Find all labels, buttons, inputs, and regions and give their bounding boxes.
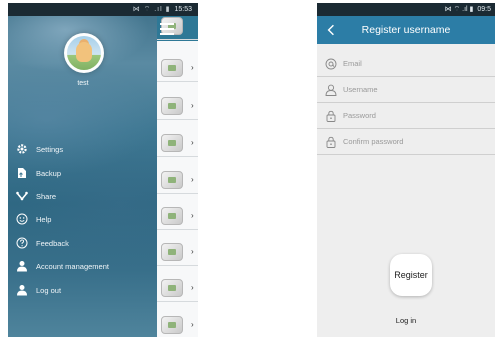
user-icon <box>325 84 337 96</box>
email-placeholder: Email <box>343 59 362 68</box>
chevron-right-icon: › <box>191 283 194 292</box>
device-thumbnail <box>161 59 183 77</box>
title-bar: Register username <box>317 16 495 44</box>
username-label: test <box>77 80 89 87</box>
list-item[interactable]: › <box>157 129 198 157</box>
menu-item-help[interactable]: Help <box>16 208 166 230</box>
menu-label: Feedback <box>36 238 69 248</box>
question-icon <box>16 237 28 249</box>
menu-item-settings[interactable]: Settings <box>16 138 166 160</box>
status-time: 09:5 <box>477 6 491 13</box>
confirm-password-placeholder: Confirm password <box>343 137 404 146</box>
list-item[interactable]: › <box>157 166 198 194</box>
log-in-link[interactable]: Log in <box>317 316 495 325</box>
person-icon <box>16 260 28 272</box>
avatar[interactable] <box>64 33 104 73</box>
chevron-right-icon: › <box>191 101 194 110</box>
device-thumbnail <box>161 316 183 334</box>
device-thumbnail <box>161 279 183 297</box>
smiley-icon <box>16 213 28 225</box>
chevron-right-icon: › <box>191 211 194 220</box>
at-icon <box>325 58 337 70</box>
list-item[interactable]: › <box>157 54 198 82</box>
back-button[interactable] <box>321 16 341 44</box>
left-phone-screen: ⋈ ⌔ .ıl ▮ 15:53 test Settings Backup Sha… <box>8 3 198 337</box>
menu-item-backup[interactable]: Backup <box>16 162 166 184</box>
backup-icon <box>16 167 28 179</box>
status-bar: ⋈ ⌔ .ıl ▮ 15:53 <box>8 3 198 16</box>
list-item[interactable]: › <box>157 274 198 302</box>
chevron-right-icon: › <box>191 175 194 184</box>
device-list: › › › › › › › › <box>157 16 198 337</box>
right-phone-screen: ⋈ ⌔ .ıl ▮ 09:5 Register username Email U… <box>317 3 495 337</box>
device-thumbnail <box>161 171 183 189</box>
menu-label: Share <box>36 191 57 201</box>
list-item[interactable]: › <box>157 92 198 120</box>
gear-icon <box>16 143 28 155</box>
status-icons: ⋈ ⌔ .ıl ▮ <box>132 6 171 13</box>
device-thumbnail <box>161 134 183 152</box>
device-thumbnail <box>161 207 183 225</box>
status-icons: ⋈ ⌔ .ıl ▮ <box>444 6 474 13</box>
password-field[interactable]: Password <box>317 103 495 129</box>
status-time: 15:53 <box>174 6 192 13</box>
username-placeholder: Username <box>343 85 378 94</box>
menu-item-account-management[interactable]: Account management <box>16 255 166 277</box>
page-title: Register username <box>361 24 451 36</box>
lock-icon <box>325 110 337 122</box>
device-thumbnail <box>161 243 183 261</box>
person-icon <box>16 284 28 296</box>
menu-item-feedback[interactable]: Feedback <box>16 232 166 254</box>
list-item[interactable]: › <box>157 311 198 337</box>
lock-icon <box>325 136 337 148</box>
device-thumbnail <box>161 97 183 115</box>
list-item[interactable]: › <box>157 238 198 266</box>
menu-label: Log out <box>36 285 62 295</box>
list-item[interactable]: › <box>157 202 198 230</box>
menu-item-share[interactable]: Share <box>16 185 166 207</box>
menu-label: Account management <box>36 261 109 271</box>
password-placeholder: Password <box>343 111 376 120</box>
email-field[interactable]: Email <box>317 51 495 77</box>
menu-label: Help <box>36 214 52 224</box>
confirm-password-field[interactable]: Confirm password <box>317 129 495 155</box>
username-field[interactable]: Username <box>317 77 495 103</box>
hamburger-menu-icon[interactable] <box>160 23 174 35</box>
chevron-right-icon: › <box>191 63 194 72</box>
share-icon <box>16 190 28 202</box>
chevron-right-icon: › <box>191 320 194 329</box>
menu-label: Backup <box>36 168 62 178</box>
menu-item-log-out[interactable]: Log out <box>16 279 166 301</box>
chevron-left-icon <box>327 24 334 36</box>
chevron-right-icon: › <box>191 247 194 256</box>
status-bar: ⋈ ⌔ .ıl ▮ 09:5 <box>317 3 495 16</box>
chevron-right-icon: › <box>191 138 194 147</box>
register-button[interactable]: Register <box>390 254 432 296</box>
menu-label: Settings <box>36 144 64 154</box>
